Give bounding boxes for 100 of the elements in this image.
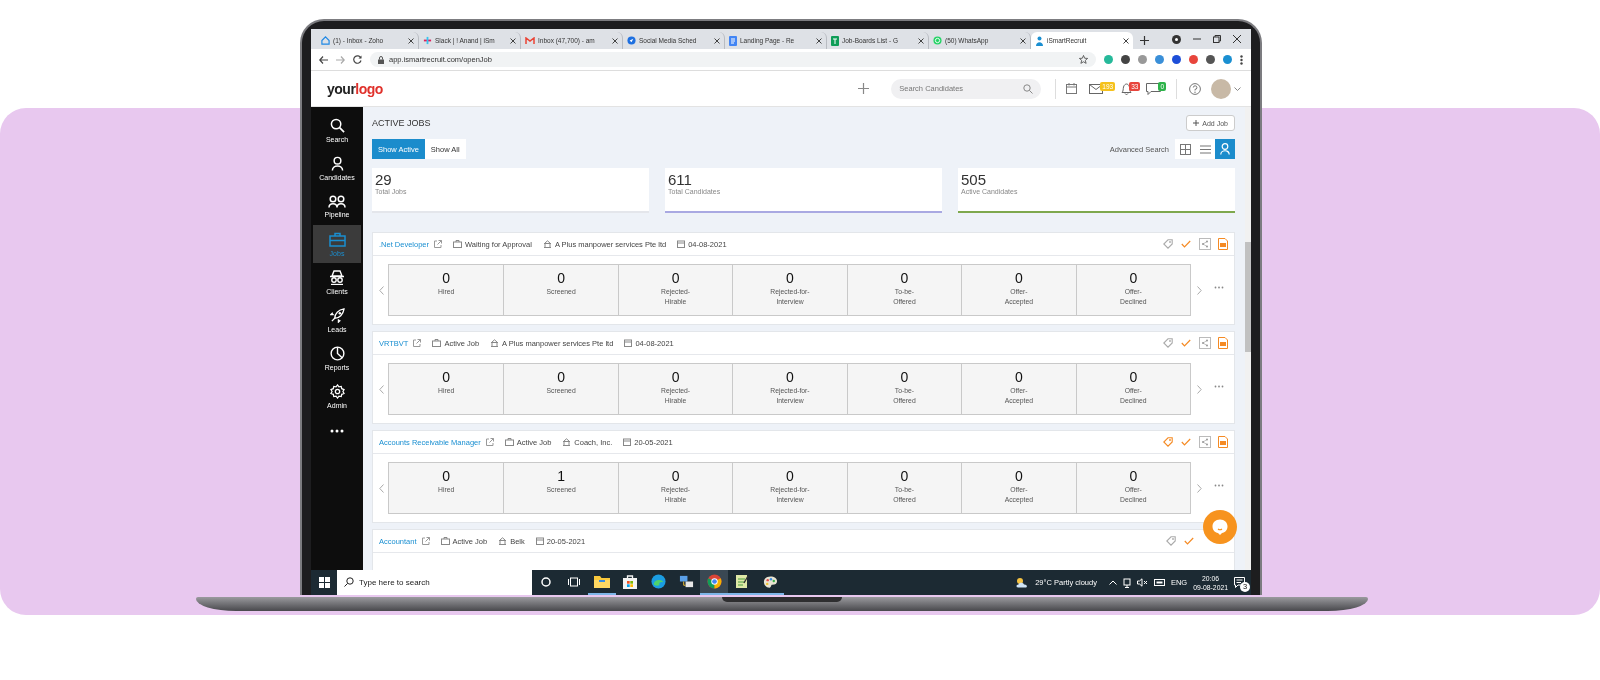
- share-icon[interactable]: [1199, 436, 1211, 448]
- close-icon[interactable]: [816, 37, 822, 44]
- briefcase-icon: [504, 438, 514, 446]
- close-icon[interactable]: [1233, 35, 1241, 43]
- chevron-right-icon[interactable]: [1197, 285, 1202, 295]
- check-icon[interactable]: [1181, 438, 1191, 446]
- stage-count: 0: [1014, 368, 1023, 386]
- calendar-icon: [535, 537, 544, 545]
- external-link-icon[interactable]: [421, 537, 430, 545]
- chevron-right-icon[interactable]: [1197, 483, 1202, 493]
- circle-icon: [541, 576, 551, 587]
- view-toggle[interactable]: [1215, 139, 1235, 159]
- calendar-icon: [677, 240, 686, 248]
- folder-icon: [594, 575, 610, 588]
- notification-icon[interactable]: [1234, 577, 1245, 588]
- close-icon[interactable]: [408, 37, 414, 44]
- windows-icon[interactable]: [318, 577, 330, 588]
- check-icon[interactable]: [1181, 339, 1191, 347]
- stage-count: 0: [1129, 368, 1138, 386]
- tag-icon[interactable]: [1163, 338, 1173, 348]
- menu-icon[interactable]: [1240, 54, 1243, 65]
- restore-icon[interactable]: [1213, 35, 1221, 43]
- scrollbar-thumb[interactable]: [1245, 242, 1251, 352]
- caret-icon[interactable]: [1234, 86, 1241, 91]
- record-icon[interactable]: [1172, 34, 1181, 44]
- back-icon[interactable]: [319, 55, 328, 64]
- chevron-left-icon[interactable]: [379, 285, 384, 295]
- computer-icon: [678, 574, 694, 589]
- mail-icon: [525, 36, 535, 45]
- close-icon[interactable]: [1123, 37, 1129, 44]
- briefcase-icon: [432, 339, 442, 347]
- close-icon[interactable]: [918, 37, 924, 44]
- building-icon: [562, 438, 572, 446]
- stage-count: 0: [1129, 269, 1138, 287]
- stage-count: 0: [442, 368, 451, 386]
- stat-value: 29: [374, 170, 393, 188]
- building-icon: [498, 537, 508, 545]
- document-icon[interactable]: [1218, 238, 1228, 250]
- external-link-icon[interactable]: [485, 438, 494, 446]
- stage-count: 0: [786, 269, 794, 287]
- mute-icon[interactable]: [1136, 578, 1148, 587]
- stage-count: 0: [557, 368, 566, 386]
- help-icon[interactable]: [1189, 82, 1201, 95]
- logo[interactable]: yourlogo: [327, 80, 383, 97]
- building-icon: [490, 339, 500, 347]
- chat-icon: [933, 36, 942, 45]
- plus-icon[interactable]: [858, 83, 870, 94]
- briefcase-icon: [328, 231, 346, 247]
- stage-count: 0: [671, 368, 680, 386]
- check-icon[interactable]: [1184, 537, 1194, 545]
- star-icon[interactable]: [1079, 55, 1088, 64]
- grid-view-icon: [1179, 143, 1191, 155]
- chevron-right-icon[interactable]: [1197, 384, 1202, 394]
- reload-icon[interactable]: [353, 55, 362, 64]
- close-icon[interactable]: [510, 37, 516, 44]
- stage-count: 1: [557, 467, 566, 485]
- search-icon: [329, 117, 345, 133]
- share-icon[interactable]: [1199, 337, 1211, 349]
- check-icon[interactable]: [1181, 240, 1191, 248]
- document-icon: [729, 35, 737, 46]
- taskbar-search-field[interactable]: Type here to search: [337, 570, 532, 595]
- close-icon[interactable]: [612, 37, 618, 44]
- share-icon[interactable]: [1199, 238, 1211, 250]
- new-tab-icon[interactable]: [1140, 36, 1149, 45]
- page-title: ACTIVE JOBS: [372, 118, 431, 128]
- tag-icon[interactable]: [1163, 239, 1173, 249]
- tag-icon[interactable]: [1163, 437, 1173, 447]
- view-toggle[interactable]: [1175, 139, 1195, 159]
- chevron-left-icon[interactable]: [379, 384, 384, 394]
- stat-value: 611: [667, 170, 693, 188]
- close-icon[interactable]: [714, 37, 720, 44]
- stage-count: 0: [557, 269, 566, 287]
- chevron-left-icon[interactable]: [379, 483, 384, 493]
- task-view-icon: [568, 576, 580, 587]
- document-icon[interactable]: [1218, 436, 1228, 448]
- stage-count: 0: [1129, 467, 1138, 485]
- briefcase-icon: [453, 240, 463, 248]
- stage-count: 0: [442, 467, 451, 485]
- document-icon[interactable]: [1218, 337, 1228, 349]
- view-toggle[interactable]: [1195, 139, 1215, 159]
- close-icon[interactable]: [1020, 37, 1026, 44]
- external-link-icon[interactable]: [434, 240, 443, 248]
- avatar[interactable]: [1211, 78, 1231, 99]
- taskbar-app[interactable]: [700, 570, 728, 595]
- detective-icon: [329, 269, 345, 285]
- search-icon[interactable]: [1023, 83, 1034, 94]
- pie-chart-icon: [329, 345, 345, 361]
- external-link-icon[interactable]: [413, 339, 422, 347]
- more-icon[interactable]: [330, 429, 344, 433]
- tag-icon[interactable]: [1166, 536, 1176, 546]
- network-icon[interactable]: [1153, 578, 1165, 587]
- chat-icon: [1146, 82, 1162, 95]
- forward-icon[interactable]: [336, 55, 345, 64]
- settings-icon: [329, 383, 345, 399]
- building-icon: [542, 240, 552, 248]
- stage-count: 0: [786, 467, 794, 485]
- calendar-icon[interactable]: [1066, 83, 1078, 94]
- shopping-bag-icon: [623, 574, 637, 589]
- lock-icon: [378, 55, 384, 64]
- caret-up-icon[interactable]: [1108, 580, 1117, 585]
